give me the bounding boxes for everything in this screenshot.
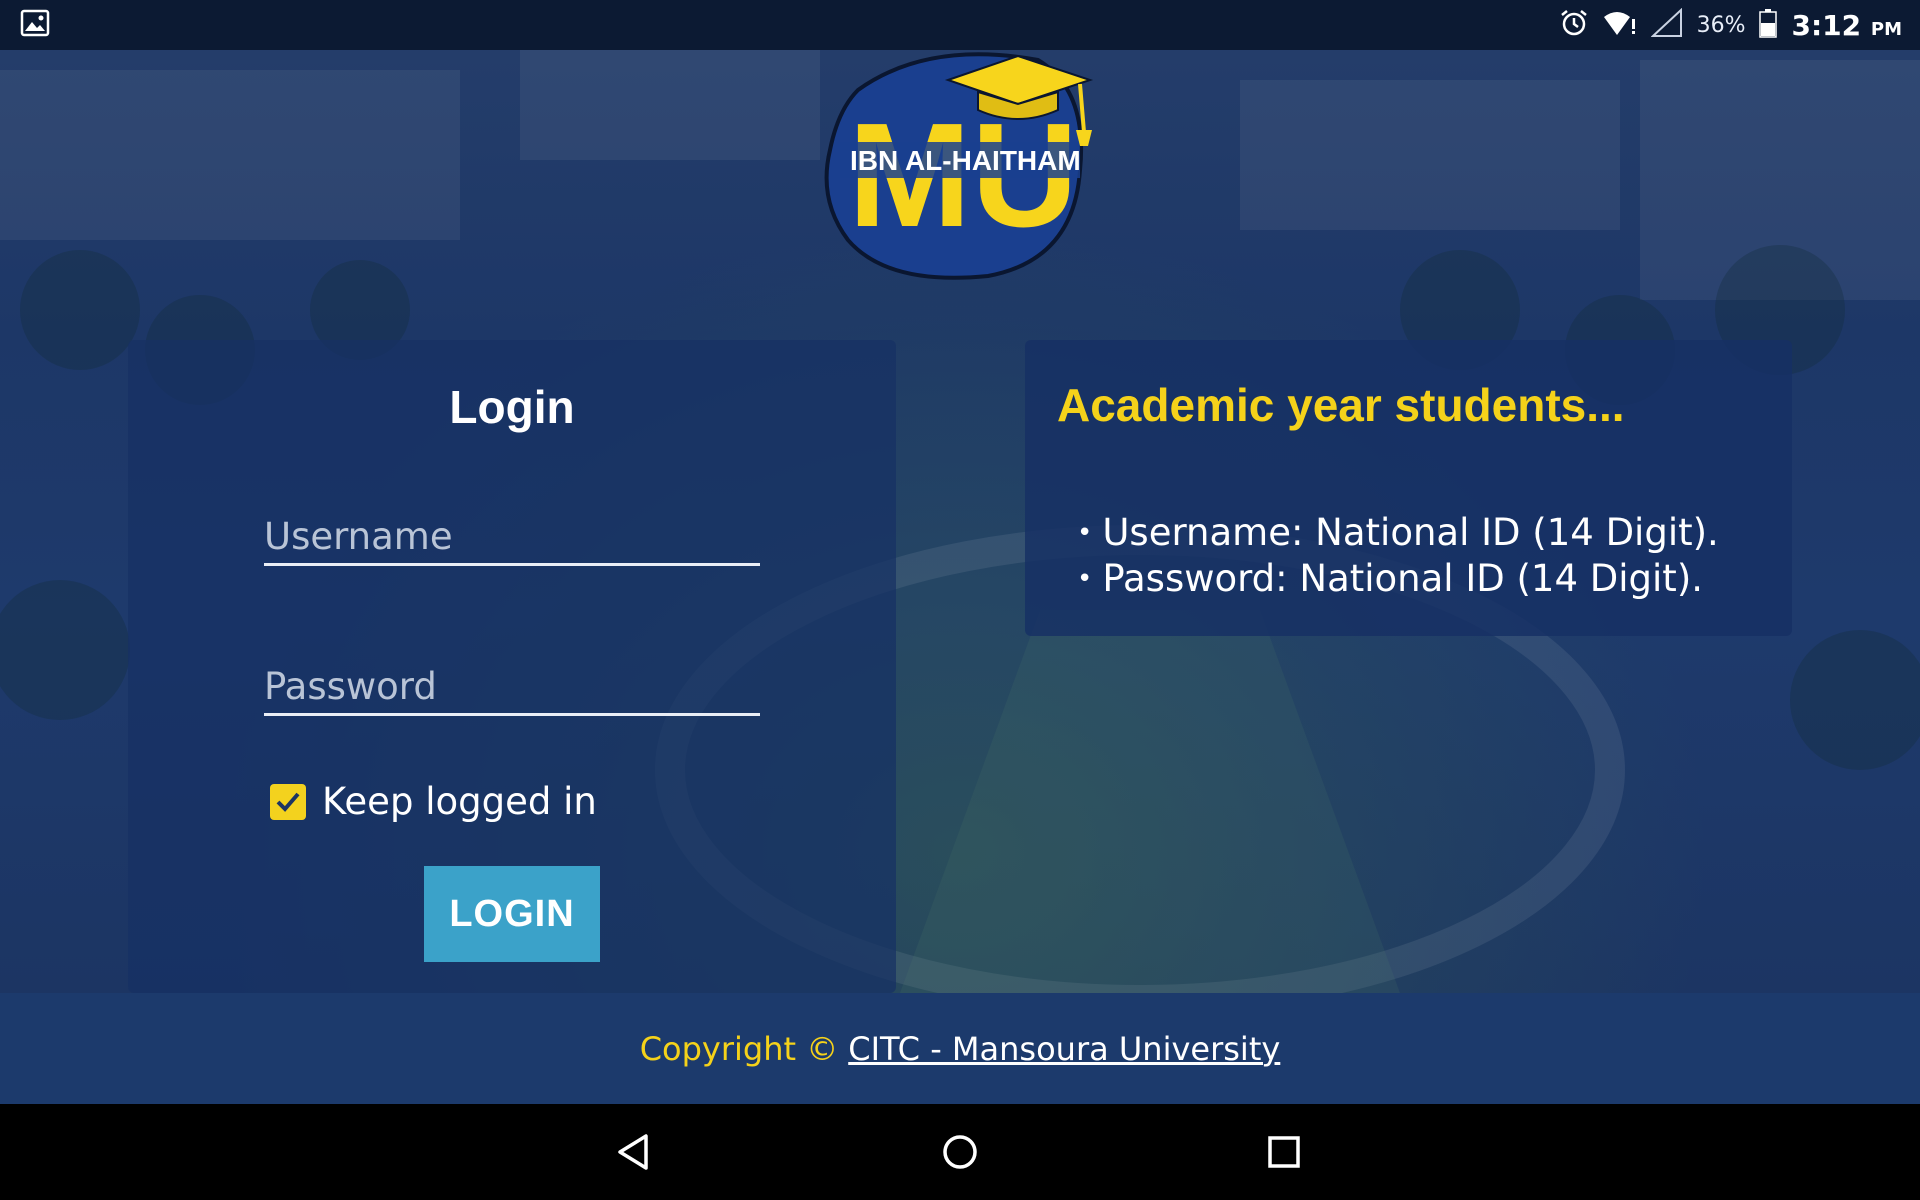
bullet-icon: • bbox=[1077, 564, 1093, 594]
username-input[interactable] bbox=[264, 510, 760, 563]
clock-time: 3:12 bbox=[1791, 8, 1862, 42]
navigation-bar bbox=[0, 1104, 1920, 1200]
info-item-username: Username: National ID (14 Digit). bbox=[1102, 511, 1719, 554]
screen: 36% 3:12 PM IBN AL-HAITHAM Login Usernam… bbox=[0, 0, 1920, 1200]
battery-icon bbox=[1759, 8, 1778, 42]
image-icon bbox=[20, 9, 50, 41]
login-button[interactable]: LOGIN bbox=[424, 866, 600, 962]
bullet-icon: • bbox=[1077, 518, 1093, 548]
info-item-password: Password: National ID (14 Digit). bbox=[1102, 557, 1704, 600]
clock-ampm: PM bbox=[1870, 18, 1902, 40]
check-icon bbox=[276, 792, 300, 812]
status-bar: 36% 3:12 PM bbox=[0, 0, 1920, 50]
password-field bbox=[264, 660, 760, 716]
list-item: • Username: National ID (14 Digit). bbox=[1077, 510, 1719, 556]
keep-logged-in-label: Keep logged in bbox=[322, 780, 597, 823]
keep-logged-in-checkbox[interactable] bbox=[270, 783, 306, 820]
info-list: • Username: National ID (14 Digit). • Pa… bbox=[1077, 510, 1719, 602]
info-title: Academic year students... bbox=[1057, 379, 1625, 431]
login-card: Login Keep logged in LOGIN bbox=[128, 340, 896, 993]
copyright-text: Copyright © bbox=[639, 1029, 839, 1068]
username-field bbox=[264, 510, 760, 566]
footer: Copyright © CITC - Mansoura University bbox=[0, 993, 1920, 1104]
clock: 3:12 PM bbox=[1791, 9, 1902, 42]
home-icon[interactable] bbox=[936, 1128, 984, 1176]
alarm-icon bbox=[1559, 8, 1589, 42]
keep-logged-in[interactable]: Keep logged in bbox=[270, 780, 597, 823]
login-title: Login bbox=[449, 381, 575, 433]
battery-percent: 36% bbox=[1696, 12, 1746, 38]
wifi-icon bbox=[1603, 9, 1637, 41]
password-input[interactable] bbox=[264, 660, 760, 713]
citc-link[interactable]: CITC - Mansoura University bbox=[848, 1030, 1280, 1068]
list-item: • Password: National ID (14 Digit). bbox=[1077, 556, 1719, 602]
logo-subtitle: IBN AL-HAITHAM bbox=[850, 145, 1081, 176]
recent-apps-icon[interactable] bbox=[1260, 1128, 1308, 1176]
back-icon[interactable] bbox=[612, 1128, 660, 1176]
university-logo: MU IBN AL-HAITHAM bbox=[818, 50, 1108, 282]
signal-icon bbox=[1650, 7, 1683, 42]
info-card: Academic year students... • Username: Na… bbox=[1025, 340, 1792, 636]
